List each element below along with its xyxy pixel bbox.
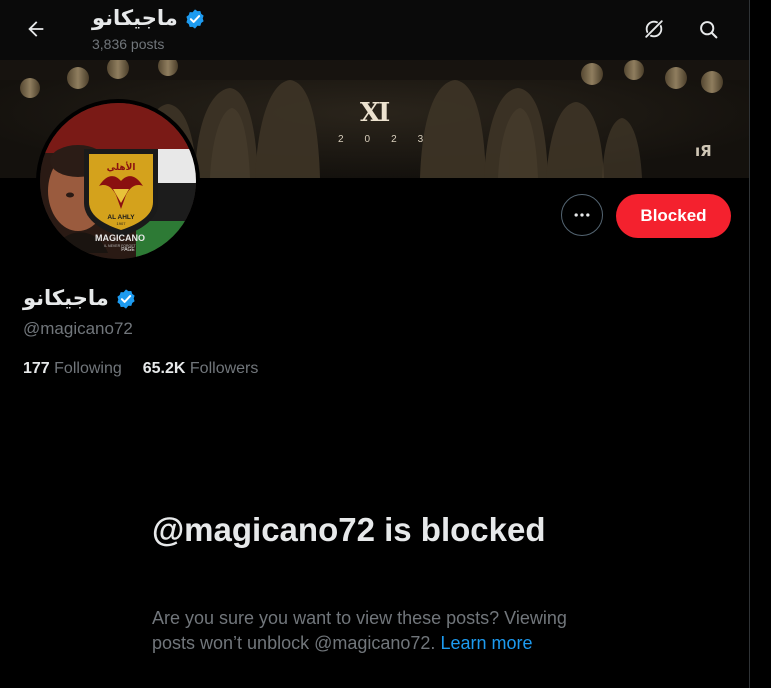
profile-header: ماجيكانو 3,836 posts <box>0 0 749 60</box>
followers-count: 65.2K <box>142 360 186 377</box>
banner-emblem: XI <box>360 98 390 128</box>
back-arrow-icon <box>28 21 44 37</box>
profile-handle: @magicano72 <box>23 319 133 338</box>
avatar-artwork: الأهلي AL AHLY 1907 MAGICANO IL NEVER FO… <box>40 103 196 259</box>
avatar-image: الأهلي AL AHLY 1907 MAGICANO IL NEVER FO… <box>40 103 196 259</box>
profile-display-name: ماجيكانو <box>23 286 137 311</box>
grok-icon <box>644 19 664 39</box>
avatar-logo-arabic: الأهلي <box>107 161 136 173</box>
profile-column: ماجيكانو 3,836 posts XI 2023 ıЯ الأهلي A… <box>0 0 749 688</box>
blocked-notice-body: Are you sure you want to view these post… <box>152 606 612 656</box>
verified-badge-icon <box>117 288 135 309</box>
following-label: Following <box>54 360 122 377</box>
following-link[interactable]: 177 Following <box>23 360 122 378</box>
more-options-button[interactable] <box>561 194 603 236</box>
profile-avatar[interactable]: الأهلي AL AHLY 1907 MAGICANO IL NEVER FO… <box>36 99 200 263</box>
avatar-page-name: MAGICANO <box>95 233 145 243</box>
more-dots-icon <box>574 213 590 217</box>
header-display-name: ماجيكانو <box>92 7 178 30</box>
learn-more-link[interactable]: Learn more <box>440 633 532 653</box>
following-count: 177 <box>23 360 50 377</box>
banner-brand-mark: ıЯ <box>695 142 712 160</box>
avatar-page-label: PAGE <box>121 247 135 253</box>
grok-button[interactable] <box>636 11 672 47</box>
profile-stats: 177 Following 65.2K Followers <box>23 360 258 378</box>
profile-name-text: ماجيكانو <box>23 287 109 310</box>
header-title: ماجيكانو 3,836 posts <box>92 6 206 52</box>
search-icon <box>699 20 717 38</box>
back-button[interactable] <box>18 11 54 47</box>
followers-link[interactable]: 65.2K Followers <box>143 360 259 378</box>
search-button[interactable] <box>690 11 726 47</box>
verified-badge-icon <box>186 9 204 29</box>
blocked-notice-title: @magicano72 is blocked <box>152 511 546 548</box>
header-post-count: 3,836 posts <box>92 36 165 52</box>
banner-year: 2023 <box>338 134 445 145</box>
right-column-edge <box>749 0 771 688</box>
followers-label: Followers <box>189 360 259 377</box>
blocked-button[interactable]: Blocked <box>616 194 731 238</box>
avatar-club-year: 1907 <box>117 221 127 226</box>
avatar-club-name: AL AHLY <box>107 214 135 221</box>
